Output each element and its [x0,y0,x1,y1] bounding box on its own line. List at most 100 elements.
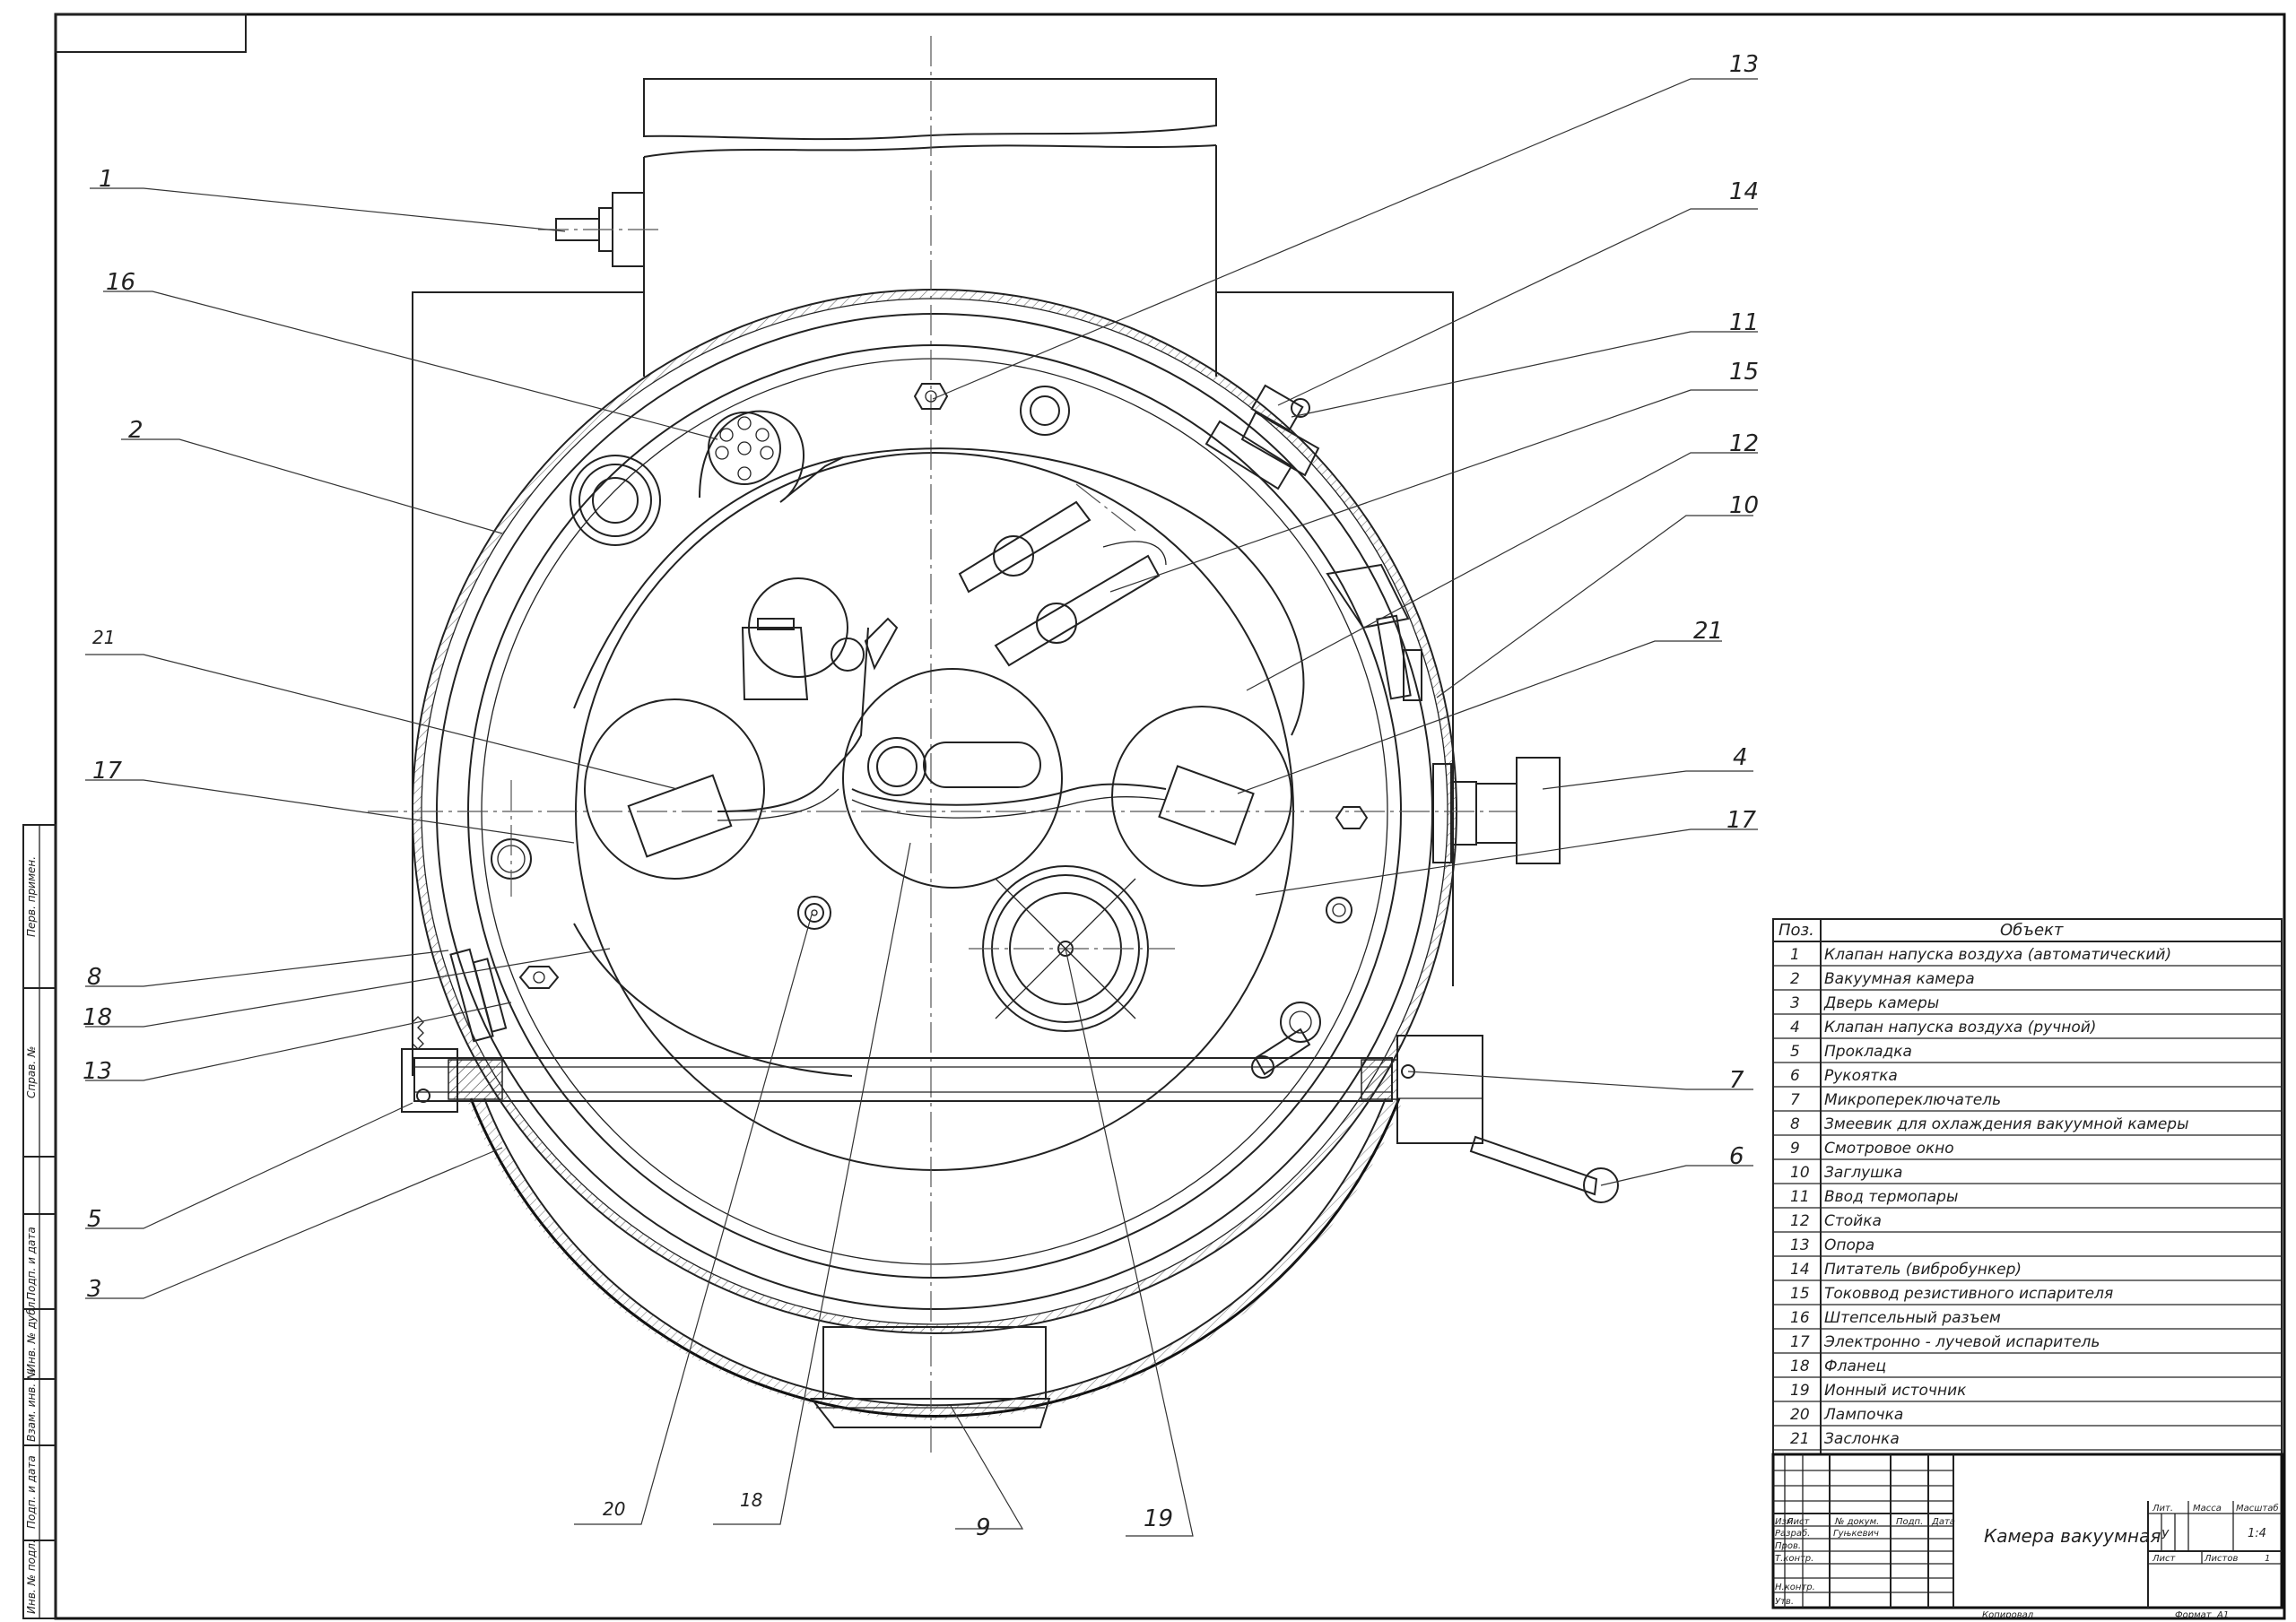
tb-date: Дата [1931,1517,1955,1527]
table-row-pos: 19 [1790,1382,1810,1400]
table-row-pos: 6 [1790,1067,1800,1085]
title-block: Изм. Лист № докум. Подп. Дата Разраб. Гу… [1771,1453,2283,1620]
table-row-name: Стойка [1824,1212,1882,1230]
top-port [1020,386,1070,436]
callout-2: 2 [128,417,144,444]
tb-razrab: Разраб. [1775,1528,1810,1539]
table-row-name: Лампочка [1823,1406,1903,1424]
callout-17-right: 17 [1726,807,1757,834]
tb-scale-value: 1:4 [2248,1527,2266,1540]
table-row-name: Вакуумная камера [1824,970,1975,988]
callout-5: 5 [87,1206,102,1233]
table-row-pos: 5 [1790,1043,1800,1061]
callout-11: 11 [1729,309,1759,336]
callout-6: 6 [1729,1143,1744,1170]
table-row-pos: 13 [1790,1236,1810,1254]
table-row-pos: 10 [1790,1164,1810,1182]
table-row-name: Змеевик для охлаждения вакуумной камеры [1824,1115,2189,1133]
callout-13-left: 13 [83,1058,112,1085]
tb-lit-value: У [2161,1529,2170,1542]
table-row-pos: 20 [1790,1406,1810,1424]
table-row-pos: 16 [1790,1309,1810,1327]
callout-18-bottom: 18 [740,1489,762,1511]
callout-19: 19 [1144,1505,1173,1532]
plug-connector-16 [699,410,844,503]
table-row-name: Фланец [1824,1357,1886,1375]
tb-tkontr: Т.контр. [1775,1554,1813,1564]
evaporator-right-17 [1111,706,1292,887]
table-row-pos: 21 [1790,1430,1810,1448]
callout-21-right: 21 [1693,618,1723,645]
flange-18-center [842,668,1063,889]
callout-12: 12 [1729,430,1759,457]
table-row-pos: 11 [1790,1188,1810,1206]
shutter-arm [717,627,1167,821]
side-stamp: Перв. примен. Справ. № Подп. и дата Инв.… [22,824,57,1619]
side-sprav-no: Справ. № [25,1046,38,1098]
tb-title: Камера вакуумная [1984,1525,2161,1547]
callout-16: 16 [106,269,135,296]
callout-15: 15 [1729,359,1759,386]
callout-18-left: 18 [83,1004,112,1031]
lamp-20 [797,896,831,930]
tb-format: Формат [2175,1610,2213,1620]
table-header-pos: Поз. [1779,921,1814,940]
table-row-pos: 15 [1790,1285,1810,1303]
table-row-pos: 2 [1790,970,1800,988]
callout-7: 7 [1729,1067,1744,1094]
tb-doc-no: № докум. [1834,1517,1879,1527]
shutter-left-21 [627,774,733,858]
ion-source-19 [969,865,1175,1032]
tb-list: Лист [1786,1517,1811,1527]
nut-lower-right [1326,897,1352,924]
feedthrough-15 [958,483,1167,667]
table-row-name: Заглушка [1824,1164,1902,1182]
tb-sign: Подп. [1896,1517,1923,1527]
tb-sheets-value: 1 [2265,1554,2270,1564]
callout-21-left: 21 [92,627,115,648]
callout-13-top: 13 [1729,51,1759,78]
valve-1 [538,192,664,267]
table-row-pos: 1 [1790,946,1800,964]
table-row-pos: 17 [1790,1333,1810,1351]
nut-flange-18 [518,966,560,989]
parts-table: 1 Клапан напуска воздуха (автоматический)… [1772,918,2283,1455]
table-row-name: Электронно - лучевой испаритель [1823,1333,2100,1351]
table-row-pos: 14 [1790,1261,1810,1279]
left-port [570,455,661,546]
callout-14: 14 [1729,178,1759,205]
callout-8: 8 [87,964,102,991]
table-row-name: Клапан напуска воздуха (ручной) [1824,1019,2096,1037]
tb-prov: Пров. [1775,1541,1801,1551]
callout-3: 3 [87,1276,102,1303]
callout-17-left: 17 [92,758,123,785]
table-row-name: Дверь камеры [1823,994,1939,1012]
vacuum-chamber-view [368,36,1619,1453]
left-small-port [491,780,532,897]
tb-razrab-name: Гуњкевич [1833,1529,1879,1539]
feeder-14 [741,577,899,700]
tb-lit: Лит. [2152,1504,2173,1514]
chamber-door [466,1097,1404,1420]
bottom-rail [413,1057,1398,1102]
table-row-name: Опора [1824,1236,1874,1254]
side-podp-data-2: Подп. и дата [25,1455,38,1529]
side-inv-dubl: Инв. № дубл. [25,1298,38,1372]
table-row-name: Ионный источник [1824,1382,1967,1400]
tb-nkontr: Н.контр. [1775,1583,1815,1592]
callouts: 1 16 2 21 17 8 18 13 5 3 20 18 9 19 6 7 … [83,51,1759,1541]
tb-copied: Копировал [1982,1610,2034,1620]
table-row-name: Прокладка [1824,1043,1912,1061]
side-podp-data-1: Подп. и дата [25,1227,38,1300]
table-header-object: Объект [2000,921,2064,940]
table-row-pos: 4 [1790,1019,1800,1037]
callout-4: 4 [1733,744,1748,771]
side-inv-podl: Инв. № подл. [25,1540,38,1614]
table-row-name: Заслонка [1824,1430,1900,1448]
table-row-name: Клапан напуска воздуха (автоматический) [1824,946,2171,964]
table-row-name: Штепсельный разъем [1824,1309,2001,1327]
callout-1: 1 [99,166,114,193]
tb-format-value: А1 [2216,1610,2229,1620]
table-row-name: Питатель (вибробункер) [1824,1261,2022,1279]
nut-right [1335,806,1369,829]
